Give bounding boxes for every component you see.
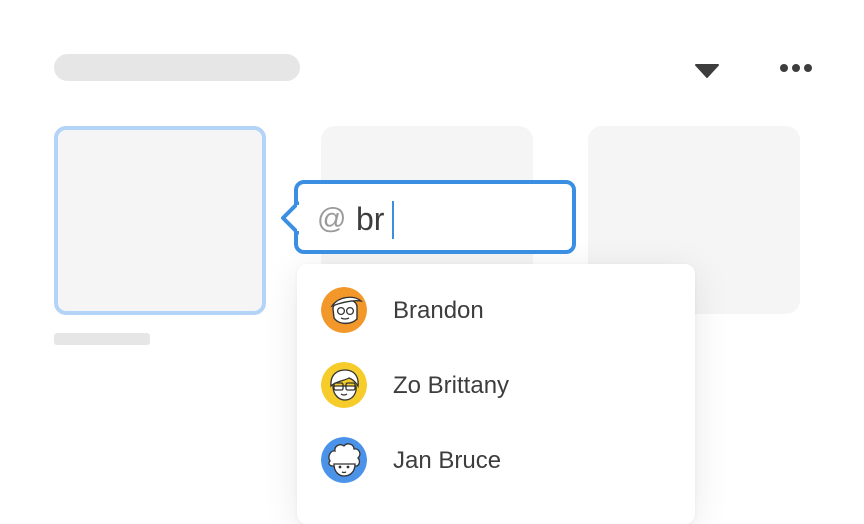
suggestion-item-jan-bruce[interactable]: Jan Bruce <box>297 425 695 495</box>
suggestion-item-brandon[interactable]: Brandon <box>297 275 695 345</box>
suggestion-name: Brandon <box>393 297 484 324</box>
at-sign: @ <box>317 203 347 235</box>
more-horizontal-icon[interactable] <box>779 60 813 76</box>
suggestion-name: Zo Brittany <box>393 372 510 399</box>
mention-query: br <box>356 201 385 237</box>
avatar <box>321 287 367 333</box>
mention-suggestions-dropdown: Brandon Zo Brittany Jan Bruce <box>297 264 695 524</box>
callout-pointer <box>281 201 299 235</box>
page-title-placeholder <box>54 54 300 81</box>
suggestion-name: Jan Bruce <box>393 447 502 474</box>
caret-down-icon[interactable] <box>694 60 720 80</box>
mention-input[interactable]: @ br <box>281 180 576 254</box>
text-cursor <box>392 201 394 239</box>
avatar <box>321 362 367 408</box>
card-caption-placeholder <box>54 333 150 345</box>
selected-card[interactable] <box>54 126 266 315</box>
suggestion-item-zo-brittany[interactable]: Zo Brittany <box>297 350 695 420</box>
avatar <box>321 437 367 483</box>
